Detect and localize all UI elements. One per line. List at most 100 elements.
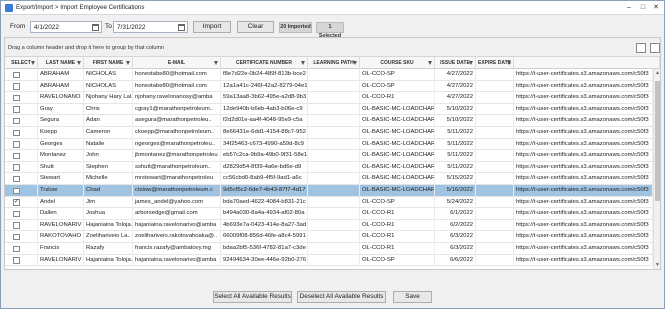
row-select-checkbox[interactable] bbox=[13, 129, 20, 136]
table-row[interactable]: RAVELONARIV Hajaniaina Toloja.. hajaniaina… bbox=[5, 254, 653, 267]
filter-icon[interactable] bbox=[77, 61, 81, 65]
filter-icon[interactable] bbox=[428, 61, 432, 65]
certificate-number-cell: 59a13aa8-3b62-495e-a2d8-9b3 bbox=[221, 92, 308, 104]
row-select-checkbox[interactable] bbox=[13, 152, 20, 160]
select-cell bbox=[5, 254, 38, 267]
scroll-down-icon[interactable]: ▼ bbox=[655, 262, 660, 268]
row-select-checkbox[interactable] bbox=[13, 117, 20, 125]
column-header-first-name[interactable]: FIRST NAME bbox=[84, 57, 133, 69]
column-header-select[interactable]: SELECT bbox=[5, 57, 38, 69]
filter-icon[interactable] bbox=[214, 61, 218, 65]
column-chooser-icon[interactable] bbox=[650, 43, 660, 53]
group-by-hint: Drag a column header and drop it here to… bbox=[8, 45, 165, 51]
vertical-scrollbar[interactable]: ▲ ▼ bbox=[653, 69, 660, 269]
row-select-checkbox[interactable] bbox=[13, 257, 20, 264]
filter-icon[interactable] bbox=[469, 61, 473, 65]
table-row[interactable]: RAKOTOVAHO Zoelihariveio La.. zoeliharivei… bbox=[5, 231, 653, 243]
column-header-certificate-number[interactable]: CERTIFICATE NUMBER bbox=[221, 57, 308, 69]
certificate-url-cell: https://t-user-certificates.s3.amazonaws… bbox=[514, 127, 653, 139]
table-row[interactable]: Dallen Joshua arborsedge@gmail.com b494a030… bbox=[5, 208, 653, 220]
expire-date-cell bbox=[476, 80, 514, 93]
course-sku-cell: OL-CCO-SP bbox=[360, 80, 435, 93]
row-select-checkbox[interactable] bbox=[13, 164, 20, 171]
learning-path-cell bbox=[308, 150, 360, 162]
select-cell bbox=[5, 69, 38, 81]
filter-icon[interactable] bbox=[31, 61, 35, 65]
first-name-cell: NICHOLAS bbox=[84, 80, 133, 93]
filter-icon[interactable] bbox=[507, 61, 511, 65]
export-icon[interactable] bbox=[636, 43, 646, 53]
row-select-checkbox[interactable] bbox=[13, 141, 20, 148]
calendar-icon[interactable] bbox=[92, 24, 99, 31]
email-cell: honestabe80@hotmail.com bbox=[133, 80, 221, 93]
table-row[interactable]: Stewart Michelle mrstewart@marathonpetrole… bbox=[5, 173, 653, 185]
first-name-cell: Njohany Hary Lal.. bbox=[84, 92, 133, 104]
group-by-panel[interactable]: Drag a column header and drop it here to… bbox=[5, 38, 660, 57]
from-date-picker[interactable]: 4/1/2022 bbox=[30, 21, 102, 33]
row-select-checkbox[interactable]: ✓ bbox=[13, 199, 20, 206]
calendar-icon[interactable] bbox=[178, 24, 185, 31]
filter-icon[interactable] bbox=[301, 61, 305, 65]
table-row[interactable]: ✓ Andel Jim james_andel@yahoo.com bda70aed-4… bbox=[5, 196, 653, 209]
row-select-checkbox[interactable] bbox=[13, 210, 20, 218]
table-row[interactable]: Georges Natalie ngeorges@marathonpetroleu.… bbox=[5, 138, 653, 151]
row-select-checkbox[interactable] bbox=[13, 187, 20, 194]
column-header-expire-date[interactable]: EXPIRE DATE bbox=[476, 57, 514, 69]
certificate-url-cell: https://t-user-certificates.s3.amazonaws… bbox=[514, 196, 653, 209]
table-row[interactable]: Shutt Stephen sshutt@marathonpetroleum.. d2… bbox=[5, 161, 653, 174]
scroll-up-icon[interactable]: ▲ bbox=[655, 70, 660, 76]
table-row[interactable]: Trslow Chad ctslow@marathonpetroleum.c 9d5c… bbox=[5, 185, 653, 197]
save-button[interactable]: Save bbox=[393, 291, 432, 303]
issue-date-cell: 4/27/2022 bbox=[435, 80, 476, 93]
deselect-all-button[interactable]: Deselect All Available Results bbox=[297, 291, 386, 303]
column-header-row: SELECT LAST NAME FIRST NAME E-MAIL CERTI… bbox=[5, 57, 660, 69]
column-header-certificate-url[interactable] bbox=[514, 57, 660, 69]
column-header-issue-date[interactable]: ISSUE DATE bbox=[435, 57, 476, 69]
filter-icon[interactable] bbox=[353, 61, 357, 65]
import-button[interactable]: Import bbox=[193, 21, 231, 33]
row-select-checkbox[interactable] bbox=[13, 106, 20, 113]
table-row[interactable]: ABRAHAM NICHOLAS honestabe80@hotmail.com 12… bbox=[5, 80, 653, 93]
from-date-value: 4/1/2022 bbox=[34, 24, 59, 31]
row-select-checkbox[interactable] bbox=[13, 245, 20, 252]
certificate-number-cell: d2829d54-8f39-4a6e-bd6e-d9 bbox=[221, 161, 308, 174]
certificate-url-cell: https://t-user-certificates.s3.amazonaws… bbox=[514, 103, 653, 116]
table-row[interactable]: Gray Chris cgray1@marathonpetroleum.. 12de9… bbox=[5, 103, 653, 116]
learning-path-cell bbox=[308, 138, 360, 151]
table-row[interactable]: Francis Razafy francis.razafy@ambatovy.mg b… bbox=[5, 243, 653, 255]
to-date-picker[interactable]: 7/31/2022 bbox=[113, 21, 188, 33]
select-cell bbox=[5, 173, 38, 185]
table-row[interactable]: RAVELONANO Njohany Hary Lal.. njohany.rave… bbox=[5, 92, 653, 104]
certificate-url-cell: https://t-user-certificates.s3.amazonaws… bbox=[514, 115, 653, 127]
row-select-checkbox[interactable] bbox=[13, 222, 20, 229]
email-cell: honestabe80@hotmail.com bbox=[133, 69, 221, 81]
last-name-cell: Montanez bbox=[38, 150, 84, 162]
table-row[interactable]: Segura Adan asegura@marathonpetroleu.. f2d2… bbox=[5, 115, 653, 127]
learning-path-cell bbox=[308, 127, 360, 139]
clear-button[interactable]: Clear bbox=[237, 21, 274, 33]
email-cell: zoelihariveio.rakotovahoaka@.. bbox=[133, 231, 221, 243]
imported-count-badge: 20 Imported bbox=[279, 22, 312, 33]
table-row[interactable]: RAVELONARIV Hajaniaina Toloja.. hajaniaina… bbox=[5, 219, 653, 232]
select-all-button[interactable]: Select All Available Results bbox=[213, 291, 292, 303]
certificate-number-cell: 8e66431e-6dd1-4154-88c7-952 bbox=[221, 127, 308, 139]
scrollbar-thumb[interactable] bbox=[655, 81, 660, 201]
close-button[interactable]: ✕ bbox=[648, 2, 664, 13]
row-select-checkbox[interactable] bbox=[13, 83, 20, 90]
table-row[interactable]: Koepp Cameron ckoepp@marathonpetroleum.. 8e… bbox=[5, 127, 653, 139]
learning-path-cell bbox=[308, 103, 360, 116]
first-name-cell: Zoelihariveio La.. bbox=[84, 231, 133, 243]
row-select-checkbox[interactable] bbox=[13, 71, 20, 78]
column-header-email[interactable]: E-MAIL bbox=[133, 57, 221, 69]
filter-icon[interactable] bbox=[126, 61, 130, 65]
select-cell bbox=[5, 92, 38, 104]
row-select-checkbox[interactable] bbox=[13, 94, 20, 102]
table-row[interactable]: Montanez John jbmontanez@marathonpetroleu e… bbox=[5, 150, 653, 162]
column-header-course-sku[interactable]: COURSE SKU bbox=[360, 57, 435, 69]
table-row[interactable]: ABRAHAM NICHOLAS honestabe80@hotmail.com f8… bbox=[5, 69, 653, 81]
first-name-cell: Natalie bbox=[84, 138, 133, 151]
row-select-checkbox[interactable] bbox=[13, 233, 20, 241]
row-select-checkbox[interactable] bbox=[13, 175, 20, 183]
column-header-learning-path[interactable]: LEARNING PATH bbox=[308, 57, 360, 69]
column-header-last-name[interactable]: LAST NAME bbox=[38, 57, 84, 69]
